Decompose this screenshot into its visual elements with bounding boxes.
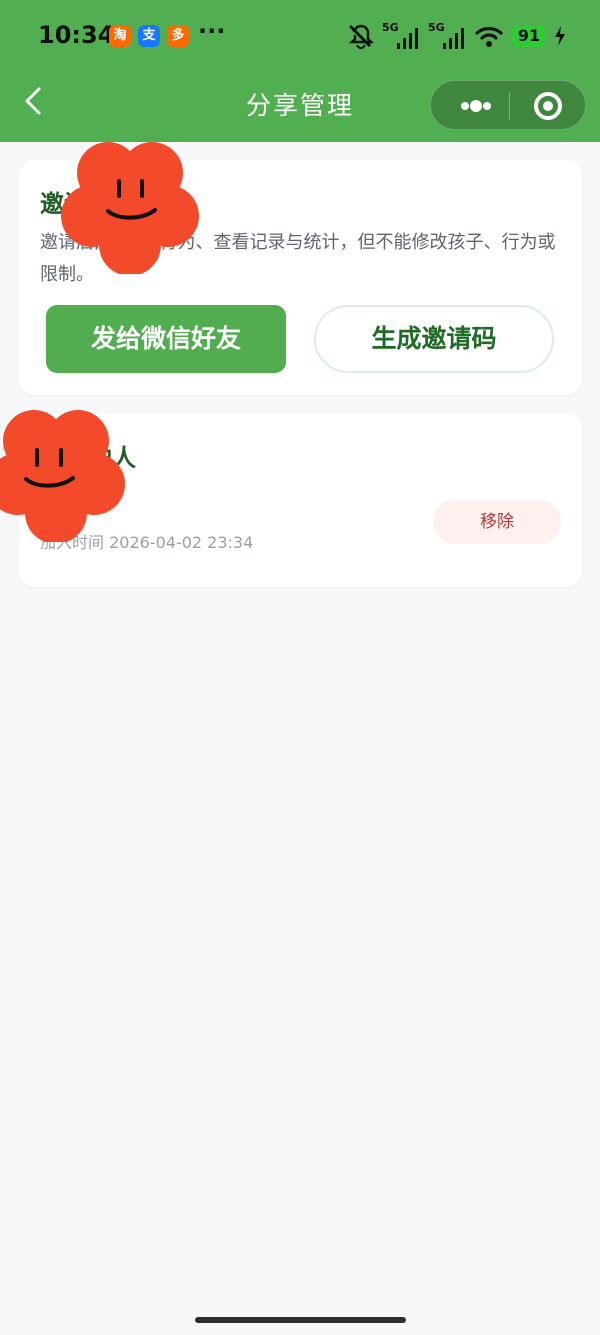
smiley-flower-redaction-icon [0, 410, 125, 542]
wifi-icon [475, 26, 503, 47]
notification-more-icon: ··· [198, 17, 226, 45]
home-indicator[interactable] [195, 1317, 406, 1323]
app-header: 10:34 淘 支 多 ··· 5G 5G 91 分享管理 [0, 0, 600, 142]
smiley-flower-redaction-icon [61, 142, 199, 274]
charging-icon [555, 26, 565, 46]
shopping-app-icon: 多 [167, 25, 189, 47]
status-time: 10:34 [38, 21, 115, 49]
generate-invite-code-button[interactable]: 生成邀请码 [314, 305, 554, 373]
status-bar: 10:34 淘 支 多 ··· 5G 5G 91 [0, 0, 600, 72]
signal-5g-second: 5G [428, 21, 466, 51]
more-dots-icon[interactable] [449, 81, 503, 131]
mini-program-capsule [430, 80, 586, 130]
taobao-app-icon: 淘 [109, 25, 131, 47]
mute-icon [348, 24, 374, 50]
signal-label: 5G [382, 21, 399, 34]
signal-label: 5G [428, 21, 445, 34]
navigation-bar: 分享管理 [0, 72, 600, 142]
target-close-icon[interactable] [532, 90, 564, 122]
remove-guardian-button[interactable]: 移除 [433, 500, 561, 544]
capsule-divider [509, 92, 510, 120]
send-wechat-friend-button[interactable]: 发给微信好友 [46, 305, 286, 373]
alipay-app-icon: 支 [138, 25, 160, 47]
status-indicators: 5G 5G 91 [346, 19, 566, 53]
battery-indicator: 91 [512, 25, 546, 47]
signal-5g-first: 5G [382, 21, 420, 51]
